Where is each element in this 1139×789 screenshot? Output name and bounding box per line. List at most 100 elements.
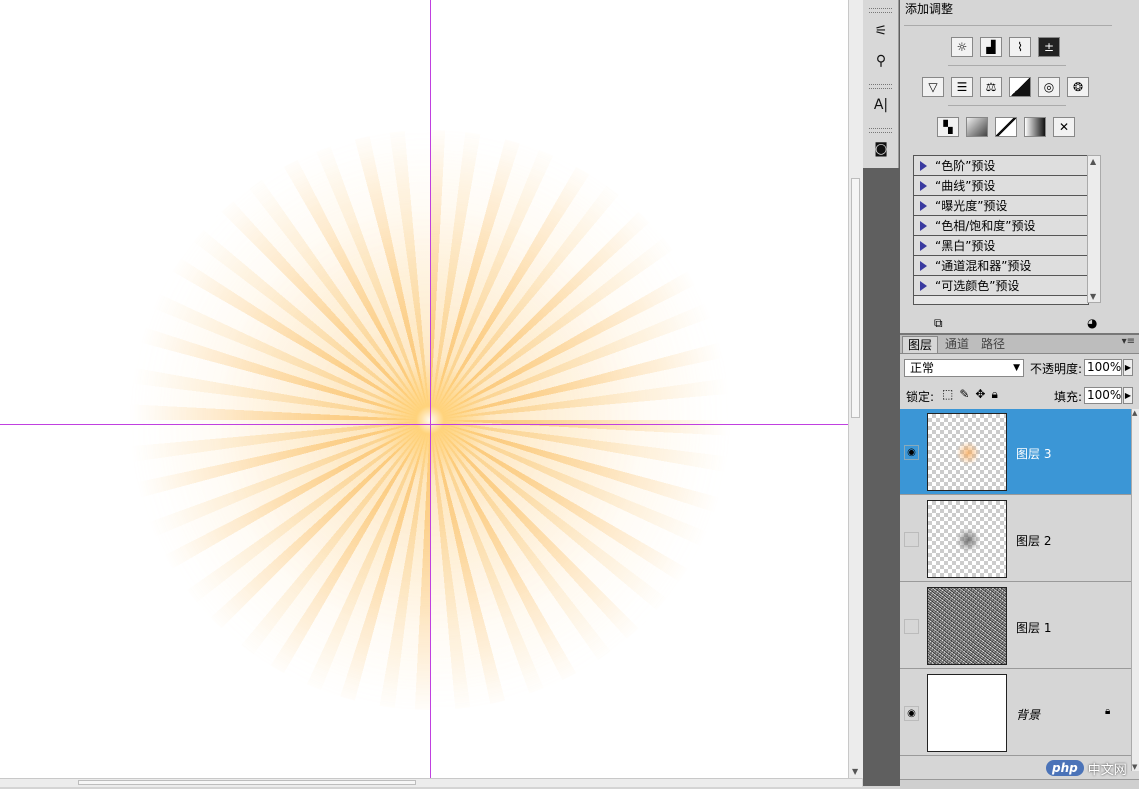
lock-label: 锁定: xyxy=(906,390,935,404)
character-icon[interactable]: A| xyxy=(869,94,893,116)
preset-label: “色阶”预设 xyxy=(935,159,996,173)
scroll-up-arrow-icon[interactable]: ▲ xyxy=(1132,409,1137,417)
scroll-thumb[interactable] xyxy=(78,780,416,785)
layer-row-3[interactable]: ◉ 图层 3 xyxy=(900,409,1131,495)
tab-channels[interactable]: 通道 xyxy=(940,336,974,352)
layer-list: ◉ 图层 3 图层 2 图层 1 ◉ 背景 🔒︎ xyxy=(900,409,1131,779)
expand-triangle-icon[interactable] xyxy=(920,160,927,171)
layer-name[interactable]: 图层 3 xyxy=(1016,445,1051,462)
lock-transparent-icon[interactable]: ⬚ xyxy=(942,387,959,401)
expand-triangle-icon[interactable] xyxy=(920,260,927,271)
expand-triangle-icon[interactable] xyxy=(920,180,927,191)
panel-menu-icon[interactable]: ▾≡ xyxy=(1122,336,1135,347)
preset-label: “可选颜色”预设 xyxy=(935,279,1020,293)
tab-paths[interactable]: 路径 xyxy=(976,336,1010,352)
brightness-icon[interactable]: ☼ xyxy=(951,37,973,57)
chevron-down-icon: ▼ xyxy=(1013,363,1020,373)
opacity-input[interactable]: 100% xyxy=(1084,359,1122,376)
black-white-icon[interactable] xyxy=(1009,77,1031,97)
watermark-logo: php xyxy=(1046,760,1084,776)
orange-spot xyxy=(956,441,980,465)
opacity-slider-arrow-icon[interactable]: ▶ xyxy=(1123,359,1133,376)
gradient-map-icon[interactable] xyxy=(1024,117,1046,137)
levels-icon[interactable]: ▟ xyxy=(980,37,1002,57)
panel-tabs: 图层 通道 路径 ▾≡ xyxy=(900,335,1139,354)
canvas-vertical-scrollbar[interactable]: ▼ xyxy=(848,0,863,778)
layer-name[interactable]: 图层 2 xyxy=(1016,532,1051,549)
layer-thumbnail xyxy=(927,674,1007,752)
fill-label: 填充: xyxy=(1054,390,1083,404)
eye-icon[interactable]: ◉ xyxy=(904,706,919,721)
visibility-toggle[interactable] xyxy=(904,619,919,634)
scroll-down-arrow-icon[interactable]: ▼ xyxy=(852,767,858,776)
lock-pixels-icon[interactable]: ✎ xyxy=(959,387,975,401)
layer-row-background[interactable]: ◉ 背景 🔒︎ xyxy=(900,670,1131,756)
view-state-icon[interactable]: ◕ xyxy=(1087,316,1097,330)
dock-grip[interactable] xyxy=(869,84,892,89)
list-item[interactable]: “色阶”预设 xyxy=(914,156,1088,176)
fill-slider-arrow-icon[interactable]: ▶ xyxy=(1123,387,1133,404)
scroll-up-arrow-icon[interactable]: ▲ xyxy=(1090,157,1096,166)
curves-icon[interactable]: ⌇ xyxy=(1009,37,1031,57)
list-item[interactable]: “通道混和器”预设 xyxy=(914,256,1088,276)
layer-thumbnail xyxy=(927,587,1007,665)
document-canvas[interactable] xyxy=(0,0,848,778)
blend-mode-select[interactable]: 正常 ▼ xyxy=(904,359,1024,377)
channel-mixer-icon[interactable]: ❂ xyxy=(1067,77,1089,97)
invert-icon[interactable]: ▚ xyxy=(937,117,959,137)
threshold-icon[interactable] xyxy=(995,117,1017,137)
preset-label: “黑白”预设 xyxy=(935,239,996,253)
color-balance-icon[interactable]: ⚖ xyxy=(980,77,1002,97)
posterize-icon[interactable] xyxy=(966,117,988,137)
horizontal-guide[interactable] xyxy=(0,424,848,425)
adjustment-presets-list: “色阶”预设 “曲线”预设 “曝光度”预设 “色相/饱和度”预设 “黑白”预设 … xyxy=(913,155,1089,305)
list-item[interactable]: “色相/饱和度”预设 xyxy=(914,216,1088,236)
dock-column: ⚟ ⚲ A| ◙ xyxy=(863,0,899,168)
fill-input[interactable]: 100% xyxy=(1084,387,1122,404)
expand-triangle-icon[interactable] xyxy=(920,200,927,211)
expand-triangle-icon[interactable] xyxy=(920,280,927,291)
blend-mode-value: 正常 xyxy=(910,361,935,375)
watermark-text: 中文网 xyxy=(1087,762,1127,778)
list-item[interactable]: “可选颜色”预设 xyxy=(914,276,1088,296)
list-item[interactable]: “曲线”预设 xyxy=(914,176,1088,196)
dock-grip[interactable] xyxy=(869,8,892,13)
scroll-thumb[interactable] xyxy=(851,178,860,418)
exposure-icon[interactable]: ± xyxy=(1038,37,1060,57)
visibility-toggle[interactable] xyxy=(904,532,919,547)
layer-name[interactable]: 背景 xyxy=(1016,706,1040,723)
dock-grip[interactable] xyxy=(869,128,892,133)
clip-to-layer-icon[interactable]: ⧉ xyxy=(934,316,943,331)
lock-icon: 🔒︎ xyxy=(1105,706,1111,717)
preset-label: “色相/饱和度”预设 xyxy=(935,219,1036,233)
clone-source-icon[interactable]: ⚲ xyxy=(869,50,893,72)
brush-presets-icon[interactable]: ⚟ xyxy=(869,20,893,42)
eye-icon[interactable]: ◉ xyxy=(904,445,919,460)
expand-triangle-icon[interactable] xyxy=(920,220,927,231)
gray-spot xyxy=(956,528,980,552)
layers-scrollbar[interactable]: ▲ ▼ xyxy=(1131,409,1139,771)
preset-label: “曲线”预设 xyxy=(935,179,996,193)
hue-saturation-icon[interactable]: ☰ xyxy=(951,77,973,97)
panel-dock-strip: ⚟ ⚲ A| ◙ xyxy=(863,0,900,786)
list-item[interactable]: “曝光度”预设 xyxy=(914,196,1088,216)
presets-scrollbar[interactable]: ▲ ▼ xyxy=(1087,155,1101,303)
site-watermark: php 中文网 xyxy=(1046,756,1134,780)
preset-label: “通道混和器”预设 xyxy=(935,259,1032,273)
layer-thumbnail xyxy=(927,413,1007,491)
photo-filter-icon[interactable]: ◎ xyxy=(1038,77,1060,97)
expand-triangle-icon[interactable] xyxy=(920,240,927,251)
layer-row-2[interactable]: 图层 2 xyxy=(900,496,1131,582)
layer-name[interactable]: 图层 1 xyxy=(1016,619,1051,636)
vibrance-icon[interactable]: ▽ xyxy=(922,77,944,97)
vertical-guide[interactable] xyxy=(430,0,431,778)
mask-icon[interactable]: ◙ xyxy=(869,138,893,160)
list-item[interactable]: “黑白”预设 xyxy=(914,236,1088,256)
adjustments-title: 添加调整 xyxy=(905,2,954,16)
lock-position-icon[interactable]: ✥ xyxy=(975,387,991,401)
scroll-down-arrow-icon[interactable]: ▼ xyxy=(1090,292,1096,301)
selective-color-icon[interactable]: ✕ xyxy=(1053,117,1075,137)
layer-row-1[interactable]: 图层 1 xyxy=(900,583,1131,669)
lock-all-icon[interactable]: 🔒︎ xyxy=(991,387,1003,401)
tab-layers[interactable]: 图层 xyxy=(902,336,939,353)
